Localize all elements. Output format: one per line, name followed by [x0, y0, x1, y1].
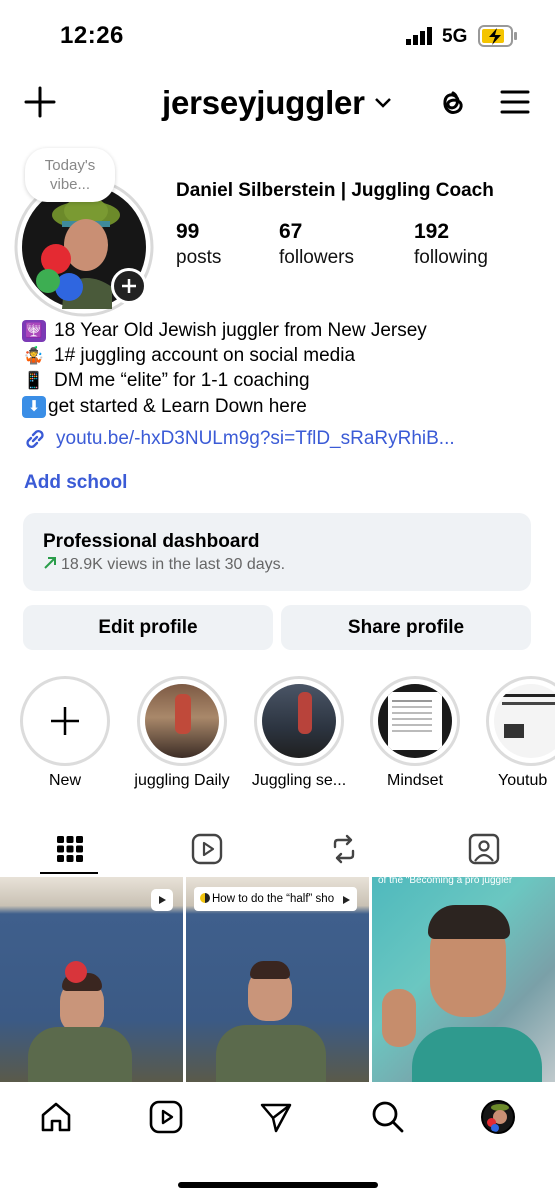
stat-value: 192: [414, 220, 450, 243]
bio-link[interactable]: youtu.be/-hxD3NULm9g?si=TflD_sRaRyRhiB..…: [22, 427, 455, 451]
bio-line: ⬇ get started & Learn Down here: [22, 394, 307, 419]
stat-label: posts: [176, 247, 222, 268]
stat-followers[interactable]: 67 followers: [279, 220, 354, 269]
link-icon: [26, 429, 44, 449]
post-photo: [65, 961, 87, 983]
home-icon: [41, 1102, 71, 1132]
battery-icon: [478, 25, 518, 52]
nav-home[interactable]: [26, 1092, 86, 1142]
home-indicator: [178, 1182, 378, 1188]
stat-value: 67: [279, 220, 303, 243]
highlight-label: New: [48, 772, 81, 789]
tab-tagged[interactable]: [454, 826, 514, 872]
tagged-person-icon: [468, 833, 500, 865]
stat-label: followers: [279, 247, 354, 268]
post-tile[interactable]: of the "Becoming a pro juggler: [372, 877, 555, 1082]
create-plus-icon[interactable]: [24, 86, 56, 123]
post-photo: [28, 1027, 132, 1082]
status-time: 12:26: [60, 22, 124, 49]
nav-search[interactable]: [358, 1092, 418, 1142]
highlight-cover: [378, 684, 452, 758]
active-tab-indicator: [40, 872, 98, 874]
post-caption-box: How to do the “half” sho: [194, 887, 357, 911]
nav-profile[interactable]: [468, 1092, 528, 1142]
bio-text: 18 Year Old Jewish juggler from New Jers…: [54, 320, 427, 341]
send-paper-plane-icon: [260, 1103, 292, 1133]
juggler-emoji-icon: 🤹: [23, 346, 45, 365]
reels-icon: [191, 833, 223, 865]
highlight-cover: [145, 684, 219, 758]
post-photo: [412, 1027, 542, 1082]
post-tile[interactable]: How to do the “half” sho: [186, 877, 369, 1082]
dashboard-title: Professional dashboard: [43, 531, 260, 552]
stat-posts[interactable]: 99 posts: [176, 220, 221, 269]
highlight-mindset[interactable]: [370, 676, 460, 766]
tab-reposts[interactable]: [314, 826, 374, 872]
display-name: Daniel Silberstein | Juggling Coach: [176, 180, 494, 201]
highlight-label: Mindset: [386, 772, 444, 789]
bio-line: 📱 DM me “elite” for 1-1 coaching: [22, 368, 310, 393]
search-icon: [372, 1101, 404, 1133]
stat-label: following: [414, 247, 488, 268]
link-text: youtu.be/-hxD3NULm9g?si=TflD_sRaRyRhiB..…: [56, 428, 455, 449]
highlight-juggling-daily[interactable]: [137, 676, 227, 766]
post-photo: [216, 1025, 326, 1082]
tab-grid[interactable]: [40, 826, 100, 872]
down-arrow-emoji-icon: ⬇: [22, 395, 46, 418]
professional-dashboard[interactable]: Professional dashboard 18.9K views in th…: [23, 513, 531, 591]
bio-text: 1# juggling account on social media: [54, 345, 356, 366]
menu-hamburger-icon[interactable]: [500, 89, 530, 120]
repost-icon: [333, 834, 355, 864]
post-reel-icon: [335, 889, 357, 911]
tab-reels[interactable]: [177, 826, 237, 872]
post-photo: [428, 905, 510, 939]
highlight-youtube[interactable]: [486, 676, 555, 766]
phone-emoji-icon: 📱: [23, 371, 45, 390]
nav-reels[interactable]: [136, 1092, 196, 1142]
nav-messages[interactable]: [246, 1092, 306, 1142]
post-caption-box: of the "Becoming a pro juggler: [378, 877, 548, 887]
highlight-label: Juggling se...: [251, 772, 347, 789]
dashboard-subtitle: 18.9K views in the last 30 days.: [43, 556, 285, 574]
reels-icon: [149, 1100, 183, 1134]
stat-following[interactable]: 192 following: [414, 220, 488, 269]
bio-text: get started & Learn Down here: [48, 396, 307, 417]
threads-icon[interactable]: [436, 85, 468, 124]
chevron-down-icon[interactable]: [374, 96, 392, 114]
post-photo: [250, 961, 290, 979]
network-type: 5G: [442, 26, 468, 47]
note-text: Today's vibe...: [44, 157, 96, 193]
highlight-new[interactable]: [20, 676, 110, 766]
plus-icon: [51, 707, 79, 735]
menorah-emoji-icon: 🕎: [22, 319, 46, 342]
post-tile[interactable]: [0, 877, 183, 1082]
trend-up-icon: [44, 557, 56, 569]
post-photo: [382, 989, 416, 1047]
add-school-link[interactable]: Add school: [24, 472, 127, 494]
highlight-cover: [494, 684, 555, 758]
profile-username[interactable]: jerseyjuggler: [162, 84, 365, 122]
post-caption: How to do the “half” sho: [212, 893, 335, 905]
dashboard-views: 18.9K views in the last 30 days.: [61, 556, 286, 573]
bio-text: DM me “elite” for 1-1 coaching: [54, 370, 310, 391]
bio-line: 🕎 18 Year Old Jewish juggler from New Je…: [22, 318, 427, 343]
note-bubble[interactable]: Today's vibe...: [25, 148, 115, 202]
post-reel-icon: [151, 889, 173, 911]
edit-profile-button[interactable]: Edit profile: [23, 605, 273, 650]
profile-avatar-icon: [481, 1100, 515, 1134]
add-story-plus-icon[interactable]: [111, 268, 147, 304]
half-moon-icon: [200, 893, 210, 903]
highlight-label: juggling Daily: [134, 772, 230, 789]
highlight-cover: [262, 684, 336, 758]
highlight-label: Youtub: [498, 772, 548, 789]
signal-icon: [406, 27, 434, 50]
grid-icon: [57, 836, 83, 862]
share-profile-button[interactable]: Share profile: [281, 605, 531, 650]
post-caption: of the "Becoming a pro juggler: [378, 877, 513, 886]
stat-value: 99: [176, 220, 200, 243]
highlight-juggling-series[interactable]: [254, 676, 344, 766]
bio-line: 🤹 1# juggling account on social media: [22, 343, 355, 368]
